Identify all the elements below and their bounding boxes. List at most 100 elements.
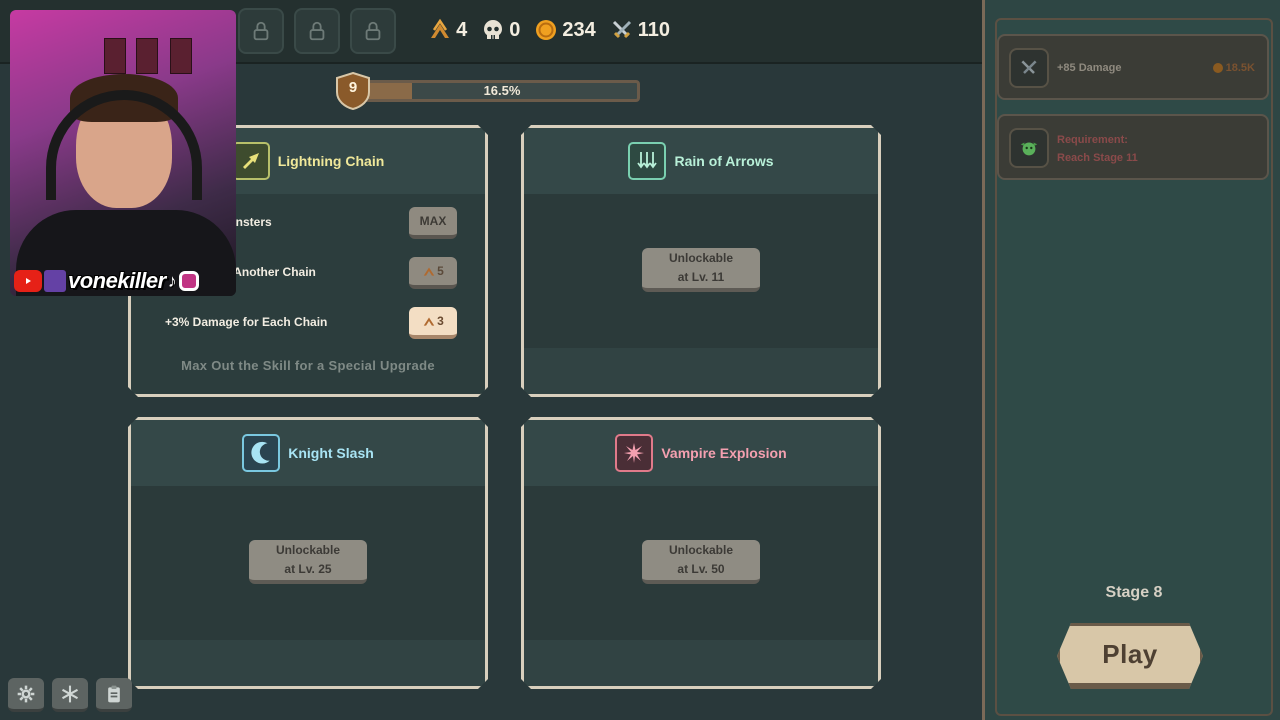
play-button[interactable]: Play (1057, 623, 1203, 689)
unlock-label: Unlockable (668, 251, 734, 265)
lock-icon (253, 21, 269, 41)
upgrade-max-button[interactable]: MAX (409, 207, 457, 239)
rank-chevron-icon (431, 18, 450, 38)
power-count: 110 (637, 18, 670, 41)
upgrade-damage-item[interactable]: +85 Damage 18.5K (997, 34, 1269, 100)
side-panel: +85 Damage 18.5K Requirement: Reach Stag… (982, 0, 1280, 720)
snowflake-icon (61, 685, 79, 702)
skill-title: Knight Slash (288, 445, 374, 461)
starburst-icon (622, 441, 646, 465)
unlock-level: at Lv. 11 (677, 270, 725, 284)
level-progress: 16.5% 9 (334, 71, 646, 111)
side-panel-inner: +85 Damage 18.5K Requirement: Reach Stag… (995, 18, 1273, 716)
arrows-down-icon (635, 149, 659, 173)
skill-title: Lightning Chain (277, 153, 385, 169)
skill-title: Rain of Arrows (674, 153, 774, 169)
power-currency: 110 (610, 18, 670, 42)
locked-tab[interactable] (238, 8, 284, 54)
stage-label: Stage 8 (1105, 584, 1163, 601)
gear-icon (17, 685, 35, 702)
skill-body: Unlockable at Lv. 50 (524, 486, 878, 640)
item-description: +85 Damage (1057, 62, 1122, 74)
instagram-icon (178, 271, 199, 291)
requirement-title: Requirement: (1057, 134, 1128, 146)
vampire-explosion-skill-icon (615, 434, 653, 472)
gold-coin-icon (536, 20, 557, 40)
level-badge: 9 (334, 71, 372, 111)
level-number: 9 (348, 79, 358, 96)
max-label: MAX (419, 214, 447, 228)
price-value: 18.5K (1225, 62, 1255, 74)
rain-of-arrows-skill-icon (628, 142, 666, 180)
skill-footer (524, 640, 878, 686)
unlock-requirement-button[interactable]: Unlockable at Lv. 25 (249, 540, 367, 584)
upgrade-cost: 3 (437, 314, 444, 328)
item-price: 18.5K (1212, 62, 1255, 74)
locked-requirement-item[interactable]: Requirement: Reach Stage 11 (997, 114, 1269, 180)
skill-card-knight-slash: Knight Slash Unlockable at Lv. 25 (128, 417, 488, 689)
lock-icon (309, 21, 325, 41)
currency-bar: 4 0 234 110 (428, 18, 670, 42)
lightning-chain-skill-icon (232, 142, 270, 180)
upgrade-buy-button[interactable]: 3 (409, 307, 457, 339)
gold-coin-icon (1212, 63, 1223, 73)
crescent-slash-icon (248, 440, 274, 466)
unlock-label: Unlockable (275, 543, 341, 557)
skill-card-vampire-explosion: Vampire Explosion Unlockable at Lv. 50 (521, 417, 881, 689)
bottom-toolbar (8, 678, 132, 712)
gold-currency: 234 (534, 18, 596, 42)
locked-tab[interactable] (294, 8, 340, 54)
skill-footer (524, 348, 878, 394)
skull-icon (484, 20, 503, 39)
xp-bar: 16.5% (364, 80, 640, 102)
rank-chevron-icon (422, 264, 436, 278)
lock-icon (365, 21, 381, 41)
kills-count: 0 (509, 18, 521, 41)
youtube-icon (14, 270, 42, 292)
skill-body: Unlockable at Lv. 25 (131, 486, 485, 640)
skill-card-header: Knight Slash (131, 420, 485, 486)
item-icon (1009, 48, 1049, 88)
crossed-swords-icon (612, 20, 631, 39)
rank-currency: 4 (428, 18, 467, 42)
skill-footer (131, 640, 485, 686)
item-icon (1009, 128, 1049, 168)
xp-percent: 16.5% (483, 83, 521, 98)
unlock-requirement-button[interactable]: Unlockable at Lv. 11 (642, 248, 760, 292)
wall-poster (136, 38, 158, 74)
kills-currency: 0 (481, 18, 520, 42)
unlock-level: at Lv. 50 (677, 562, 725, 576)
skill-card-header: Vampire Explosion (524, 420, 878, 486)
wall-poster (104, 38, 126, 74)
gold-count: 234 (562, 18, 596, 41)
clipboard-icon (108, 685, 120, 702)
clipboard-button[interactable] (96, 678, 132, 712)
tiktok-icon: ♪ (167, 270, 177, 291)
social-handle: vonekiller ♪ (10, 266, 236, 296)
skill-card-header: Rain of Arrows (524, 128, 878, 194)
skill-body: Unlockable at Lv. 11 (524, 194, 878, 348)
unlock-requirement-button[interactable]: Unlockable at Lv. 50 (642, 540, 760, 584)
wall-poster (170, 38, 192, 74)
upgrade-label: +3% Damage for Each Chain (165, 315, 328, 329)
streamer-handle: vonekiller (68, 268, 166, 293)
upgrade-row: +3% Damage for Each Chain 3 (165, 307, 465, 337)
unlock-level: at Lv. 25 (284, 562, 332, 576)
settings-button[interactable] (8, 678, 44, 712)
skill-title: Vampire Explosion (661, 445, 787, 461)
play-label: Play (1102, 639, 1158, 669)
requirement-detail: Reach Stage 11 (1057, 152, 1138, 164)
goblin-head-icon (1020, 142, 1038, 156)
special-upgrade-hint: Max Out the Skill for a Special Upgrade (181, 358, 435, 373)
rank-count: 4 (456, 18, 468, 41)
upgrade-cost: 5 (437, 264, 444, 278)
streamer-webcam: vonekiller ♪ (10, 10, 236, 296)
crossed-swords-icon (1021, 60, 1037, 74)
unlock-label: Unlockable (668, 543, 734, 557)
knight-slash-skill-icon (242, 434, 280, 472)
skill-card-rain-of-arrows: Rain of Arrows Unlockable at Lv. 11 (521, 125, 881, 397)
twitch-icon (44, 270, 66, 292)
locked-tab[interactable] (350, 8, 396, 54)
upgrade-buy-button[interactable]: 5 (409, 257, 457, 289)
effects-button[interactable] (52, 678, 88, 712)
